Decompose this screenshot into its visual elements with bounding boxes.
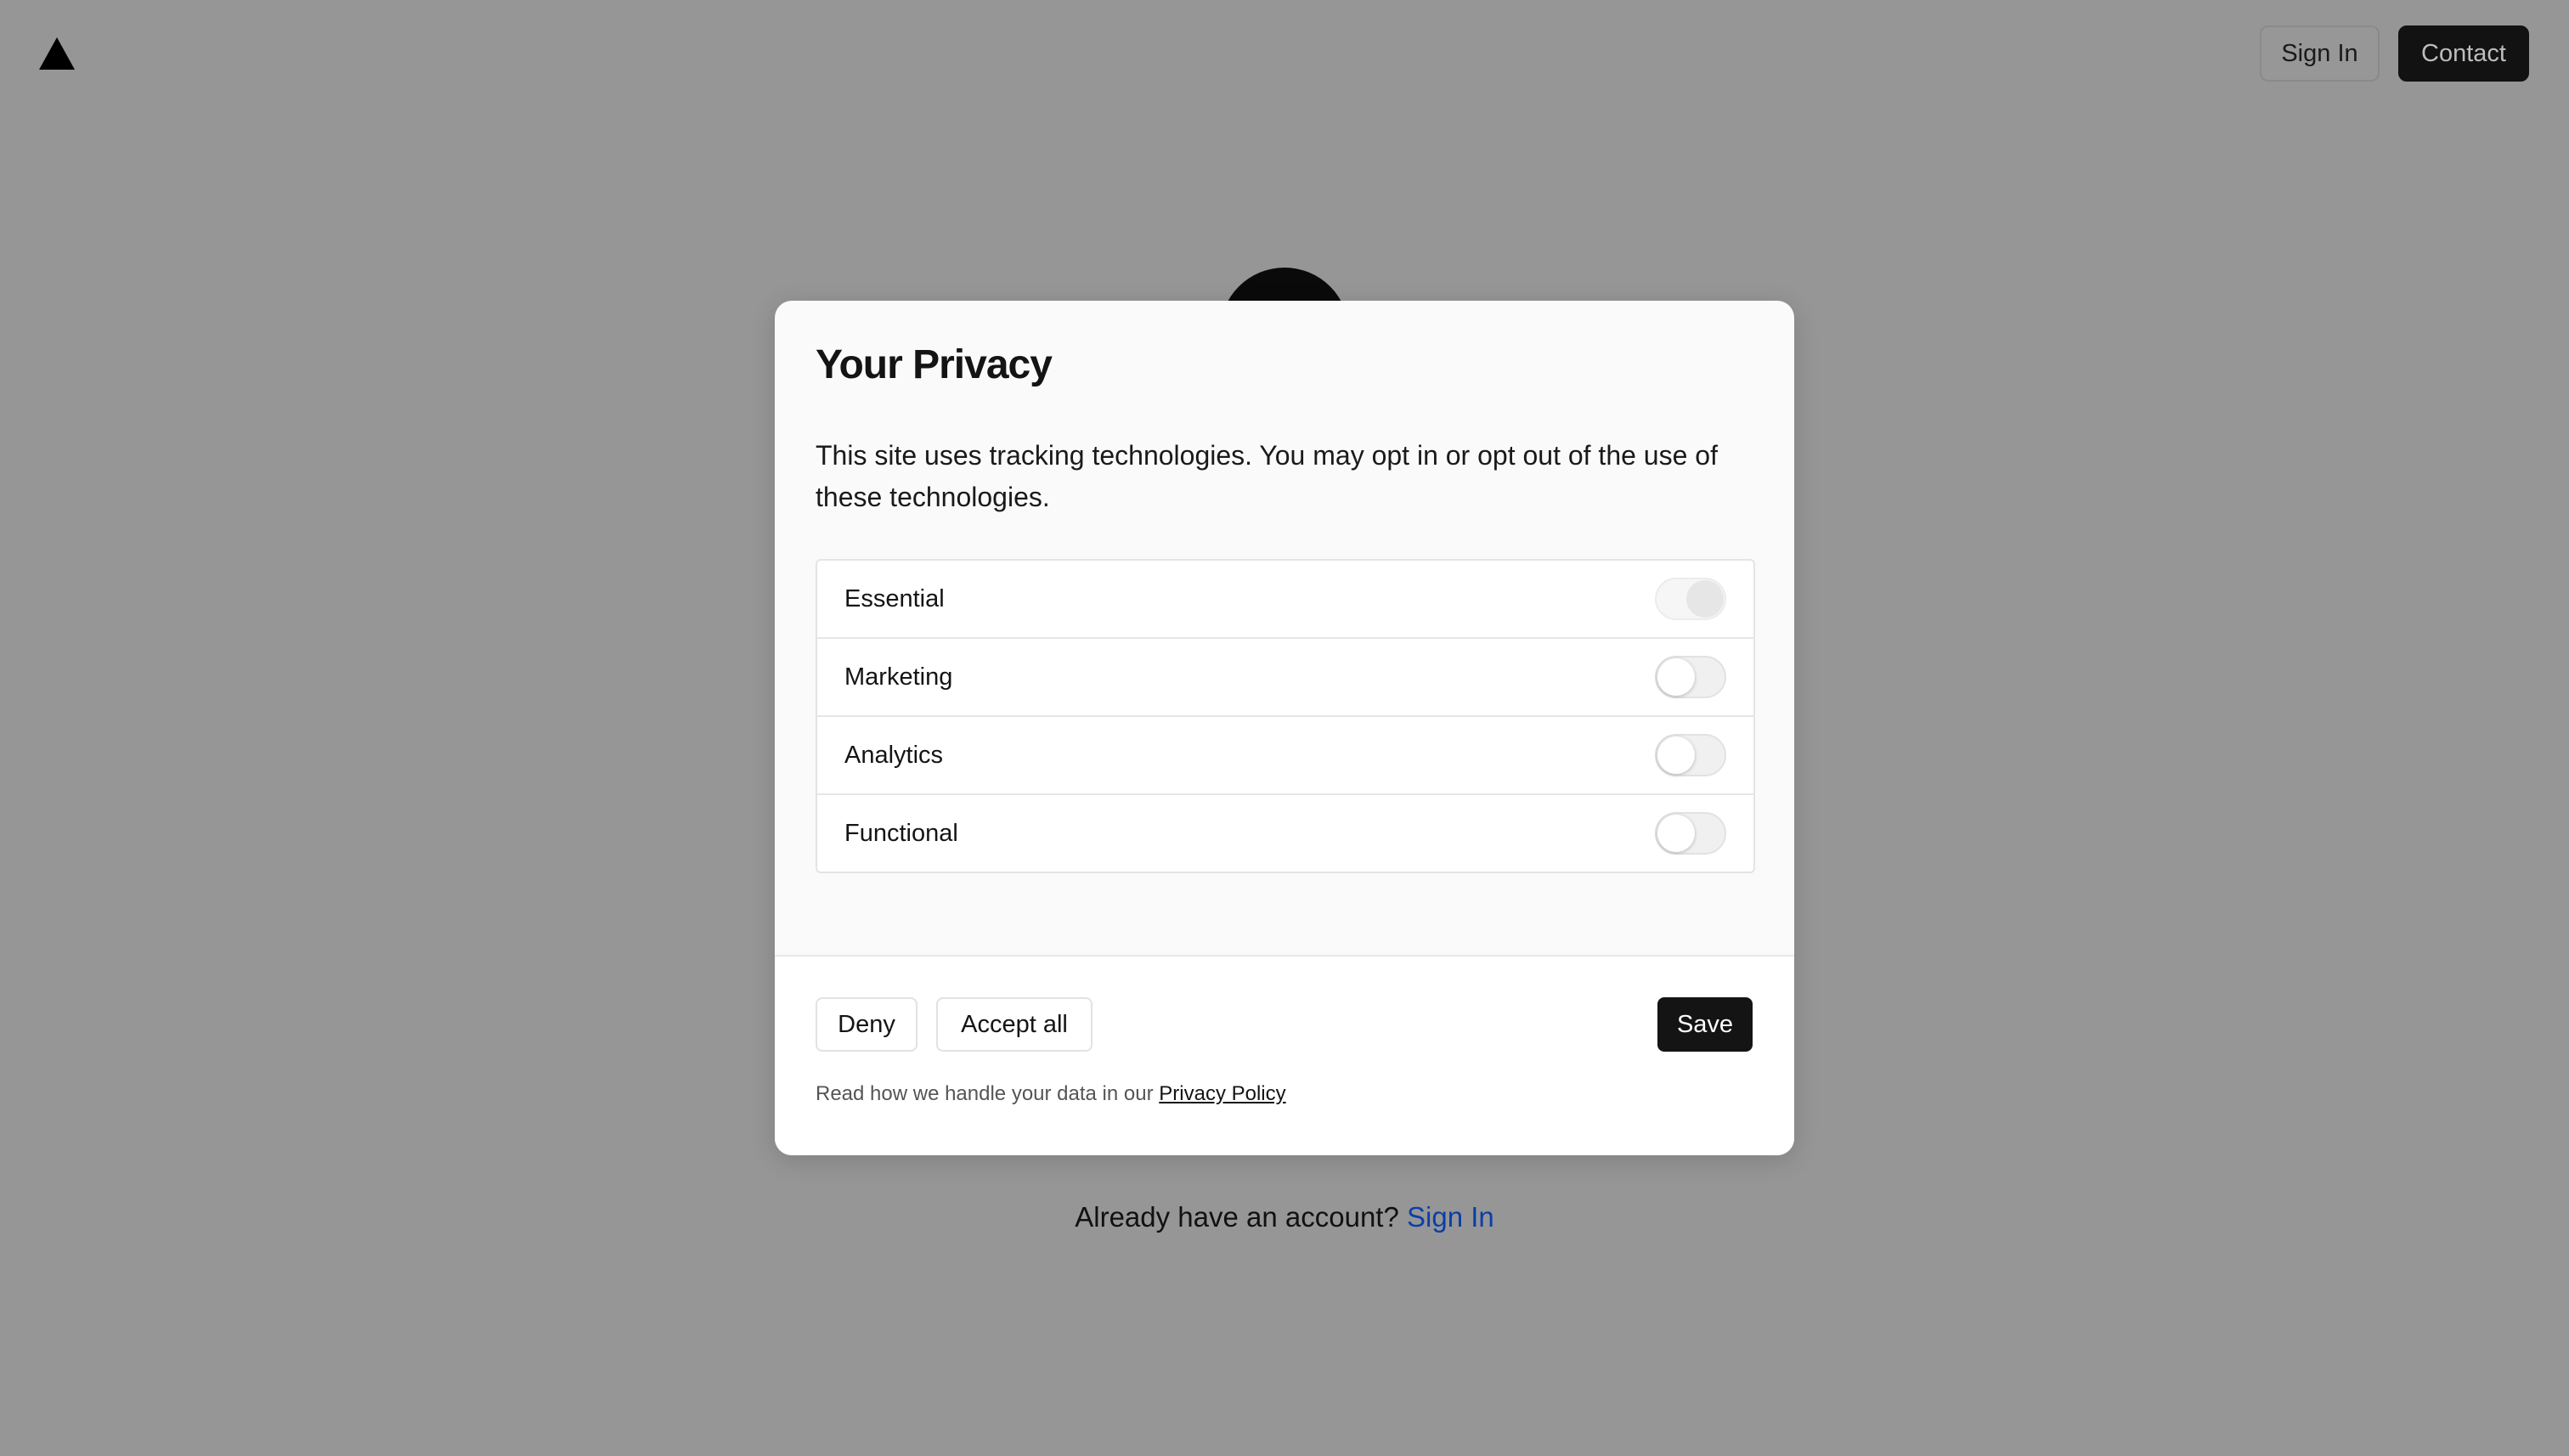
consent-row-analytics: Analytics [817,717,1753,795]
toggle-knob [1657,736,1695,774]
toggle-knob [1657,658,1695,696]
accept-all-button[interactable]: Accept all [936,997,1093,1052]
triangle-logo-icon[interactable] [39,37,75,70]
modal-description: This site uses tracking technologies. Yo… [816,440,1718,512]
consent-category-list: Essential Marketing Analytics Functional [816,559,1755,873]
already-text: Already have an account? [1075,1201,1399,1233]
policy-text: Read how we handle your data in our [816,1082,1154,1105]
functional-toggle[interactable] [1655,812,1726,855]
marketing-toggle[interactable] [1655,656,1726,698]
save-button[interactable]: Save [1657,997,1753,1052]
consent-row-marketing: Marketing [817,639,1753,717]
toggle-knob [1686,580,1724,618]
consent-label: Essential [844,584,945,612]
consent-label: Marketing [844,663,953,691]
consent-label: Functional [844,819,958,847]
analytics-toggle[interactable] [1655,734,1726,776]
privacy-policy-link[interactable]: Privacy Policy [1159,1082,1285,1105]
consent-label: Analytics [844,741,944,769]
already-have-account: Already have an account? Sign In [0,1201,2569,1233]
privacy-modal: Your Privacy This site uses tracking tec… [775,301,1794,1155]
nav-sign-in-button[interactable]: Sign In [2260,25,2380,82]
consent-row-functional: Functional [817,795,1753,872]
privacy-policy-note: Read how we handle your data in our Priv… [816,1082,1286,1106]
deny-button[interactable]: Deny [816,997,918,1052]
toggle-knob [1657,815,1695,852]
modal-title: Your Privacy [816,342,1053,387]
essential-toggle [1655,578,1726,620]
modal-footer: Deny Accept all Save Read how we handle … [775,955,1794,1155]
sign-in-link[interactable]: Sign In [1407,1201,1494,1233]
consent-row-essential: Essential [817,561,1753,639]
nav-contact-button[interactable]: Contact [2398,25,2529,82]
